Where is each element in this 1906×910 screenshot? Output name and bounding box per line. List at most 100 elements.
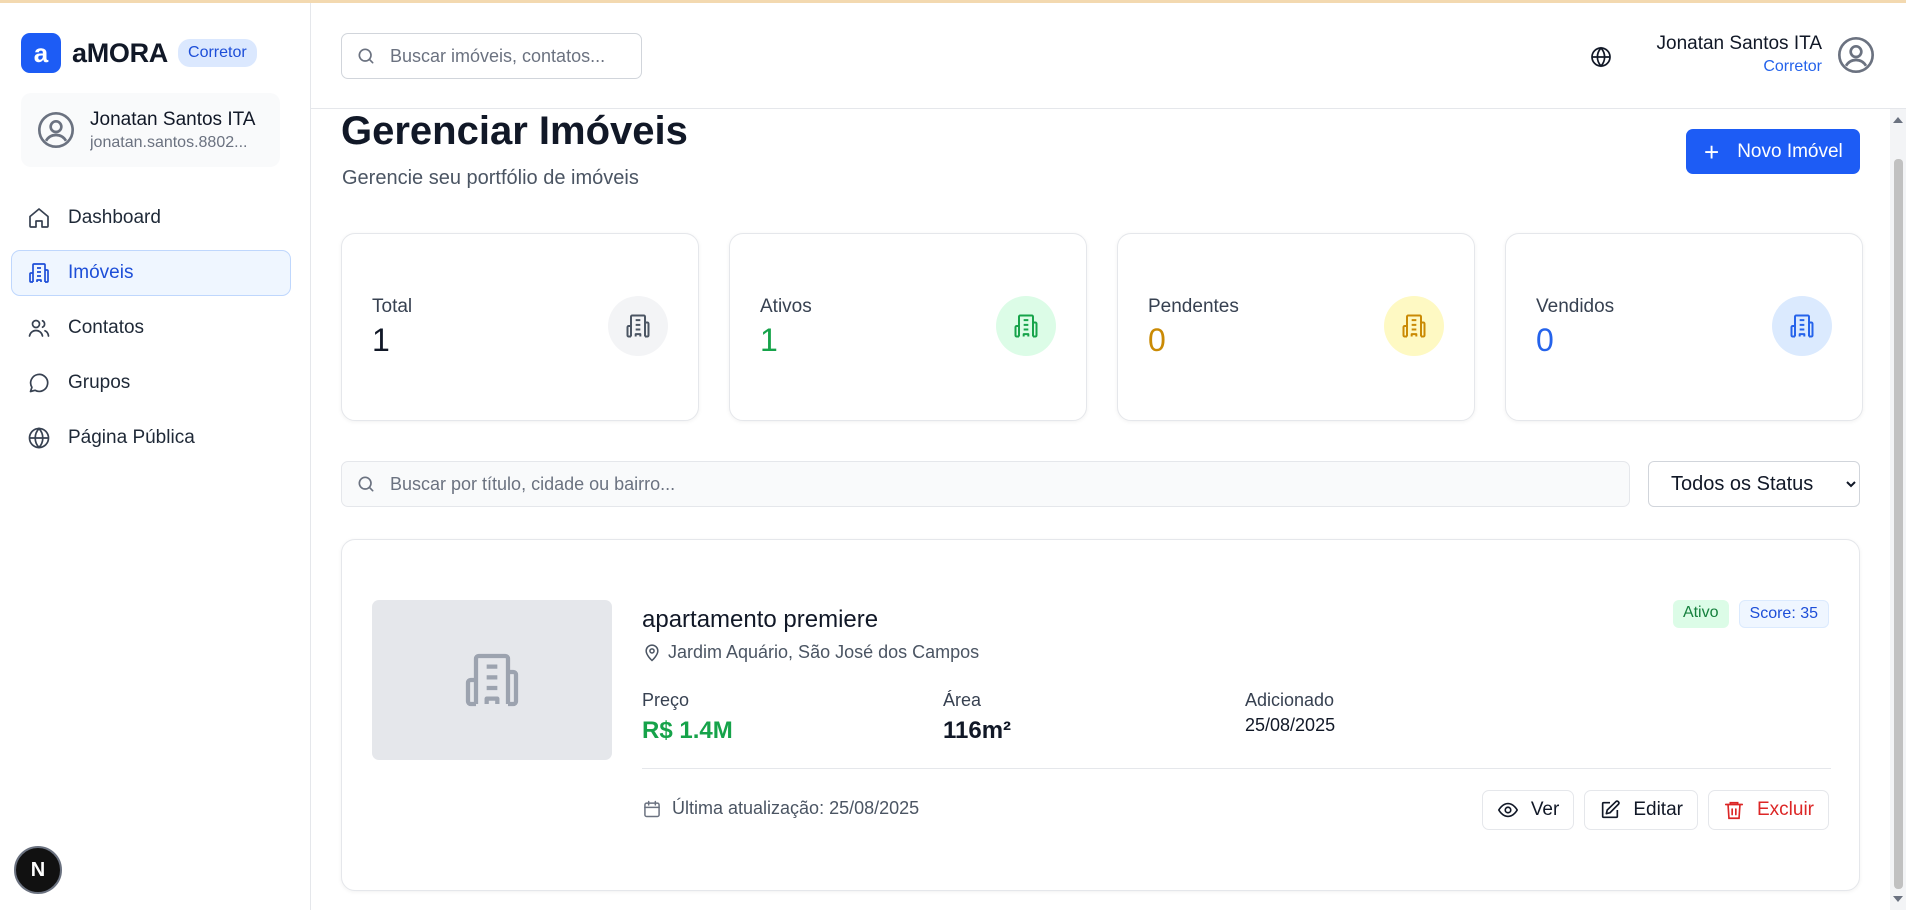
- plus-icon: +: [1704, 136, 1720, 167]
- added-value: 25/08/2025: [1245, 715, 1336, 735]
- sidebar-item-label: Grupos: [68, 372, 131, 393]
- added-label: Adicionado: [1245, 690, 1335, 710]
- building-icon: [27, 261, 51, 285]
- users-icon: [27, 316, 51, 340]
- building-icon: [1014, 314, 1038, 338]
- sidebar-user-name: Jonatan Santos ITA: [90, 108, 256, 130]
- edit-icon: [1602, 800, 1621, 819]
- stat-icon-circle: [1772, 296, 1832, 356]
- building-icon: [626, 314, 650, 338]
- delete-button[interactable]: Excluir: [1707, 790, 1829, 830]
- search-icon: [358, 48, 374, 64]
- edit-label: Editar: [1633, 799, 1683, 820]
- language-globe-icon[interactable]: [1589, 45, 1613, 69]
- trash-icon: [1724, 801, 1744, 820]
- sidebar-item-dashboard[interactable]: Dashboard: [11, 195, 291, 241]
- page-scrollbar[interactable]: [1890, 109, 1906, 910]
- stat-label: Vendidos: [1536, 296, 1615, 317]
- stat-card-pendentes: Pendentes 0: [1117, 233, 1475, 421]
- chat-bubble-icon: [27, 371, 51, 395]
- stat-value: 1: [760, 322, 778, 358]
- page-subtitle: Gerencie seu portfólio de imóveis: [342, 167, 639, 189]
- global-search-input[interactable]: [390, 45, 610, 67]
- area-label: Área: [943, 690, 982, 710]
- stat-icon-circle: [608, 296, 668, 356]
- brand-logo: a: [21, 33, 61, 73]
- page-title: Gerenciar Imóveis: [341, 109, 688, 153]
- last-updated-text: Última atualização: 25/08/2025: [672, 798, 920, 818]
- building-icon: [1402, 314, 1426, 338]
- stat-value: 0: [1536, 322, 1554, 358]
- stat-card-vendidos: Vendidos 0: [1505, 233, 1863, 421]
- property-card: apartamento premiere Jardim Aquário, São…: [341, 539, 1860, 891]
- stat-value: 1: [372, 322, 390, 358]
- sidebar-item-pagina-publica[interactable]: Página Pública: [11, 415, 291, 461]
- sidebar-item-label: Contatos: [68, 317, 145, 338]
- header-user-name: Jonatan Santos ITA: [1656, 33, 1822, 54]
- home-icon: [27, 206, 51, 230]
- property-search[interactable]: [341, 461, 1630, 507]
- sidebar-item-label: Dashboard: [68, 207, 161, 228]
- new-property-button[interactable]: + Novo Imóvel: [1686, 129, 1860, 174]
- stat-label: Total: [372, 296, 413, 317]
- scrollbar-thumb[interactable]: [1894, 159, 1903, 889]
- area-value: 116m²: [943, 717, 1012, 744]
- sidebar-item-label: Imóveis: [68, 262, 134, 283]
- sidebar-user-card[interactable]: Jonatan Santos ITA jonatan.santos.8802..…: [21, 93, 280, 167]
- building-icon: [465, 653, 519, 707]
- view-button[interactable]: Ver: [1481, 790, 1575, 830]
- stat-icon-circle: [996, 296, 1056, 356]
- property-actions: Ver Editar Excluir: [1472, 790, 1829, 830]
- sidebar-nav: Dashboard Imóveis Contatos Grupos Página…: [11, 195, 291, 470]
- stat-value: 0: [1148, 322, 1166, 358]
- property-location-text: Jardim Aquário, São José dos Campos: [668, 642, 980, 662]
- property-search-input[interactable]: [390, 473, 1590, 495]
- price-value: R$ 1.4M: [642, 717, 733, 744]
- area-metric: Área 116m²: [943, 690, 1011, 745]
- price-metric: Preço R$ 1.4M: [642, 690, 733, 745]
- dev-tools-badge[interactable]: N: [14, 846, 62, 894]
- sidebar-item-contatos[interactable]: Contatos: [11, 305, 291, 351]
- price-label: Preço: [642, 690, 690, 710]
- view-label: Ver: [1530, 799, 1560, 820]
- sidebar-item-imoveis[interactable]: Imóveis: [11, 250, 291, 296]
- sidebar: a aMORA Corretor Jonatan Santos ITA jona…: [0, 3, 311, 910]
- map-pin-icon: [645, 643, 659, 662]
- added-metric: Adicionado 25/08/2025: [1245, 690, 1335, 736]
- scroll-up-arrow[interactable]: [1893, 117, 1903, 123]
- role-badge: Corretor: [178, 39, 257, 67]
- new-property-label: Novo Imóvel: [1737, 140, 1843, 162]
- globe-icon: [27, 426, 51, 450]
- user-avatar-icon: [1838, 36, 1874, 73]
- stat-icon-circle: [1384, 296, 1444, 356]
- property-badges: Ativo Score: 35: [1672, 600, 1829, 628]
- status-filter-select[interactable]: Todos os Status: [1648, 461, 1860, 507]
- sidebar-user-email: jonatan.santos.8802...: [90, 133, 248, 151]
- scroll-down-arrow[interactable]: [1893, 896, 1903, 902]
- brand-name: aMORA: [72, 37, 169, 68]
- stat-label: Pendentes: [1148, 296, 1239, 317]
- eye-icon: [1497, 802, 1518, 818]
- header-user-role: Corretor: [1763, 58, 1822, 75]
- last-updated: Última atualização: 25/08/2025: [642, 798, 919, 819]
- user-avatar-icon: [38, 112, 74, 148]
- card-divider: [642, 768, 1831, 769]
- header-user-menu[interactable]: Jonatan Santos ITA Corretor: [1657, 33, 1876, 76]
- global-search[interactable]: [341, 33, 642, 79]
- sidebar-item-label: Página Pública: [68, 427, 195, 448]
- stat-card-ativos: Ativos 1: [729, 233, 1087, 421]
- building-icon: [1790, 314, 1814, 338]
- property-thumbnail[interactable]: [372, 600, 612, 760]
- top-header: Jonatan Santos ITA Corretor: [311, 3, 1906, 109]
- edit-button[interactable]: Editar: [1584, 790, 1698, 830]
- delete-label: Excluir: [1756, 799, 1814, 820]
- score-badge: Score: 35: [1738, 600, 1829, 628]
- sidebar-item-grupos[interactable]: Grupos: [11, 360, 291, 406]
- stat-card-total: Total 1: [341, 233, 699, 421]
- main-content: Gerenciar Imóveis Gerencie seu portfólio…: [311, 109, 1890, 910]
- stat-label: Ativos: [760, 296, 812, 317]
- status-badge: Ativo: [1672, 600, 1729, 628]
- property-title[interactable]: apartamento premiere: [642, 606, 878, 634]
- brand[interactable]: a aMORA Corretor: [21, 33, 257, 73]
- property-location: Jardim Aquário, São José dos Campos: [642, 642, 979, 663]
